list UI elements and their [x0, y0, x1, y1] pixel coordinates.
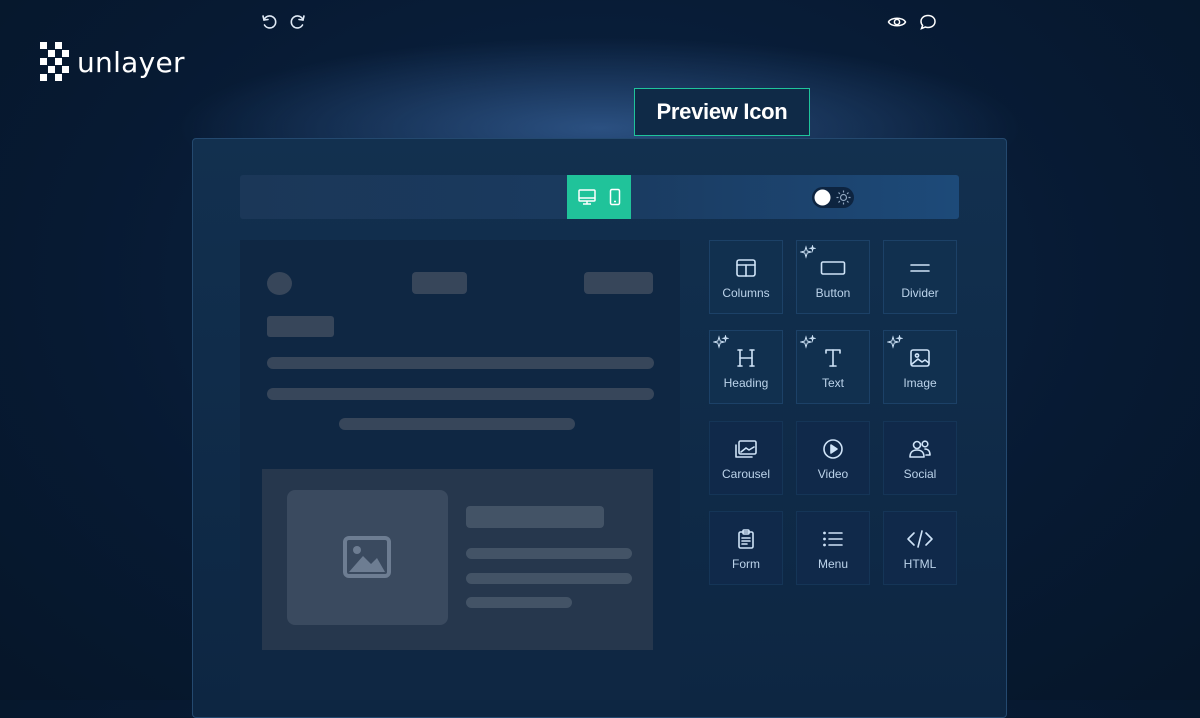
theme-toggle[interactable] — [812, 187, 854, 208]
placeholder-card-line — [466, 548, 632, 559]
logo-mark-icon — [40, 42, 69, 82]
tool-label: Form — [732, 557, 760, 571]
undo-icon[interactable] — [258, 11, 280, 33]
preview-icon-callout: Preview Icon — [634, 88, 810, 136]
placeholder-text-line — [267, 357, 654, 369]
placeholder-avatar — [267, 272, 292, 295]
tool-label: Columns — [722, 286, 770, 300]
menu-icon — [822, 528, 844, 550]
form-icon — [737, 528, 755, 550]
image-placeholder-icon — [343, 536, 391, 578]
tool-columns[interactable]: Columns — [709, 240, 783, 314]
video-icon — [822, 438, 844, 460]
desktop-icon[interactable] — [576, 186, 598, 208]
tool-form[interactable]: Form — [709, 511, 783, 585]
heading-icon — [736, 347, 756, 369]
tool-heading[interactable]: Heading — [709, 330, 783, 404]
moon-icon — [814, 189, 831, 206]
tool-social[interactable]: Social — [883, 421, 957, 495]
device-preview-toggle — [567, 175, 631, 219]
placeholder-nav-item — [412, 272, 467, 294]
tool-label: Carousel — [721, 467, 771, 481]
columns-icon — [735, 257, 757, 279]
image-icon — [909, 347, 931, 369]
tool-html[interactable]: HTML — [883, 511, 957, 585]
tool-label: Button — [815, 286, 851, 300]
carousel-icon — [734, 438, 758, 460]
tool-text[interactable]: Text — [796, 330, 870, 404]
redo-icon[interactable] — [287, 11, 309, 33]
tool-label: HTML — [903, 557, 937, 571]
placeholder-card-title — [466, 506, 604, 528]
placeholder-card-line — [466, 597, 572, 608]
button-icon — [820, 257, 846, 279]
placeholder-text-line — [267, 388, 654, 400]
placeholder-text-line — [339, 418, 575, 430]
comment-icon[interactable] — [917, 11, 939, 33]
tool-divider[interactable]: Divider — [883, 240, 957, 314]
social-icon — [908, 438, 932, 460]
tool-image[interactable]: Image — [883, 330, 957, 404]
mobile-icon[interactable] — [604, 186, 626, 208]
text-icon — [823, 347, 843, 369]
tool-label: Text — [821, 376, 844, 390]
placeholder-nav-button — [584, 272, 653, 294]
sun-icon — [836, 190, 851, 205]
tool-menu[interactable]: Menu — [796, 511, 870, 585]
tool-label: Social — [903, 467, 937, 481]
eye-icon[interactable] — [886, 11, 908, 33]
tool-video[interactable]: Video — [796, 421, 870, 495]
tool-label: Divider — [901, 286, 939, 300]
tool-label: Image — [903, 376, 937, 390]
tool-button[interactable]: Button — [796, 240, 870, 314]
tool-label: Menu — [817, 557, 849, 571]
placeholder-card-line — [466, 573, 632, 584]
tool-carousel[interactable]: Carousel — [709, 421, 783, 495]
tool-label: Video — [817, 467, 849, 481]
brand-name: unlayer — [77, 45, 185, 79]
placeholder-image — [287, 490, 448, 625]
html-icon — [906, 528, 934, 550]
divider-icon — [909, 257, 931, 279]
unlayer-logo: unlayer — [40, 42, 185, 82]
placeholder-tag — [267, 316, 334, 337]
tool-label: Heading — [723, 376, 769, 390]
